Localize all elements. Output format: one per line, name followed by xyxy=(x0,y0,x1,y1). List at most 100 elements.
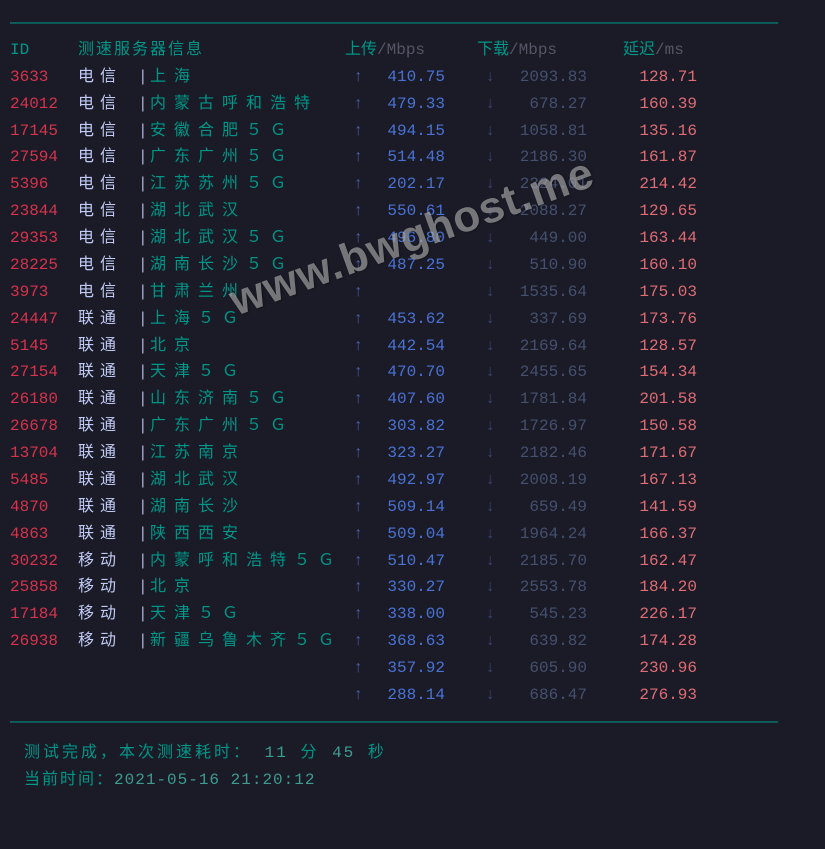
cell-isp: 联通 xyxy=(78,386,138,413)
cell-latency: 184.20 xyxy=(615,574,697,601)
divider-top: ————————————————————————————————————————… xyxy=(10,10,815,37)
cell-upload: 202.17 xyxy=(363,171,445,198)
cell-upload: 368.63 xyxy=(363,628,445,655)
cell-latency: 160.10 xyxy=(615,252,697,279)
cell-download: 2324.01 xyxy=(495,171,587,198)
arrow-up-icon: ↑ xyxy=(345,144,363,171)
table-row: 30232移动|内蒙呼和浩特５Ｇ↑510.47↓2185.70162.47 xyxy=(10,548,815,575)
cell-separator: | xyxy=(138,521,150,548)
cell-latency: 171.67 xyxy=(615,440,697,467)
cell-download: 337.69 xyxy=(495,306,587,333)
cell-id xyxy=(10,682,78,709)
cell-separator: | xyxy=(138,171,150,198)
cell-isp: 电信 xyxy=(78,252,138,279)
cell-latency: 173.76 xyxy=(615,306,697,333)
cell-download: 449.00 xyxy=(495,225,587,252)
cell-location: 广东广州５Ｇ xyxy=(150,144,345,171)
cell-isp: 联通 xyxy=(78,359,138,386)
cell-upload: 514.48 xyxy=(363,144,445,171)
cell-latency: 201.58 xyxy=(615,386,697,413)
cell-latency: 150.58 xyxy=(615,413,697,440)
cell-location: 安徽合肥５Ｇ xyxy=(150,118,345,145)
arrow-up-icon: ↑ xyxy=(345,494,363,521)
arrow-up-icon: ↑ xyxy=(345,548,363,575)
cell-upload: 410.75 xyxy=(363,64,445,91)
cell-id: 13704 xyxy=(10,440,78,467)
arrow-down-icon: ↓ xyxy=(477,440,495,467)
arrow-up-icon: ↑ xyxy=(345,359,363,386)
sec-value: 45 xyxy=(332,744,355,762)
table-row: 27154联通|天津５Ｇ↑470.70↓2455.65154.34 xyxy=(10,359,815,386)
arrow-down-icon: ↓ xyxy=(477,386,495,413)
cell-download: 2553.78 xyxy=(495,574,587,601)
arrow-down-icon: ↓ xyxy=(477,601,495,628)
table-row: 13704联通|江苏南京↑323.27↓2182.46171.67 xyxy=(10,440,815,467)
cell-latency: 226.17 xyxy=(615,601,697,628)
table-row: 17145电信|安徽合肥５Ｇ↑494.15↓1058.81135.16 xyxy=(10,118,815,145)
cell-latency: 160.39 xyxy=(615,91,697,118)
cell-isp: 电信 xyxy=(78,144,138,171)
cell-id: 4870 xyxy=(10,494,78,521)
cell-id: 26678 xyxy=(10,413,78,440)
cell-location: 天津５Ｇ xyxy=(150,601,345,628)
cell-upload: 487.25 xyxy=(363,252,445,279)
arrow-up-icon: ↑ xyxy=(345,601,363,628)
cell-latency: 141.59 xyxy=(615,494,697,521)
cell-latency: 128.71 xyxy=(615,64,697,91)
arrow-down-icon: ↓ xyxy=(477,655,495,682)
table-row: 26938移动|新疆乌鲁木齐５Ｇ↑368.63↓639.82174.28 xyxy=(10,628,815,655)
cell-location: 广东广州５Ｇ xyxy=(150,413,345,440)
cell-separator: | xyxy=(138,225,150,252)
cell-latency: 135.16 xyxy=(615,118,697,145)
arrow-up-icon: ↑ xyxy=(345,118,363,145)
arrow-up-icon: ↑ xyxy=(345,198,363,225)
arrow-down-icon: ↓ xyxy=(477,359,495,386)
table-row: 25858移动|北京↑330.27↓2553.78184.20 xyxy=(10,574,815,601)
cell-latency: 214.42 xyxy=(615,171,697,198)
cell-id: 27594 xyxy=(10,144,78,171)
cell-isp: 电信 xyxy=(78,225,138,252)
min-label: 分 xyxy=(300,744,319,762)
arrow-up-icon: ↑ xyxy=(345,252,363,279)
arrow-down-icon: ↓ xyxy=(477,574,495,601)
arrow-down-icon: ↓ xyxy=(477,306,495,333)
arrow-up-icon: ↑ xyxy=(345,682,363,709)
cell-separator: | xyxy=(138,467,150,494)
arrow-up-icon: ↑ xyxy=(345,386,363,413)
data-table: 3633电信|上海↑410.75↓2093.83128.7124012电信|内蒙… xyxy=(10,64,815,709)
cell-location: 湖南长沙 xyxy=(150,494,345,521)
cell-upload xyxy=(363,279,445,306)
arrow-down-icon: ↓ xyxy=(477,521,495,548)
table-row: 29353电信|湖北武汉５Ｇ↑496.80↓449.00163.44 xyxy=(10,225,815,252)
cell-download: 1726.97 xyxy=(495,413,587,440)
cell-upload: 510.47 xyxy=(363,548,445,575)
cell-download: 2088.27 xyxy=(495,198,587,225)
cell-isp: 移动 xyxy=(78,574,138,601)
arrow-up-icon: ↑ xyxy=(345,306,363,333)
cell-location: 新疆乌鲁木齐５Ｇ xyxy=(150,628,345,655)
cell-separator: | xyxy=(138,413,150,440)
cell-location: 江苏苏州５Ｇ xyxy=(150,171,345,198)
cell-separator: | xyxy=(138,359,150,386)
cell-download: 1058.81 xyxy=(495,118,587,145)
cell-latency: 154.34 xyxy=(615,359,697,386)
cell-download: 510.90 xyxy=(495,252,587,279)
cell-isp: 电信 xyxy=(78,279,138,306)
cell-latency: 230.96 xyxy=(615,655,697,682)
cell-location: 湖北武汉 xyxy=(150,198,345,225)
table-row: ↑357.92↓605.90230.96 xyxy=(10,655,815,682)
table-row: 23844电信|湖北武汉↑550.61↓2088.27129.65 xyxy=(10,198,815,225)
cell-isp: 联通 xyxy=(78,440,138,467)
cell-isp: 联通 xyxy=(78,413,138,440)
arrow-down-icon: ↓ xyxy=(477,64,495,91)
table-row: 3973电信|甘肃兰州↑ ↓1535.64175.03 xyxy=(10,279,815,306)
cell-location: 江苏南京 xyxy=(150,440,345,467)
cell-isp: 联通 xyxy=(78,521,138,548)
cell-separator: | xyxy=(138,64,150,91)
cell-location: 上海 xyxy=(150,64,345,91)
arrow-up-icon: ↑ xyxy=(345,440,363,467)
arrow-down-icon: ↓ xyxy=(477,198,495,225)
cell-isp: 电信 xyxy=(78,118,138,145)
cell-latency: 166.37 xyxy=(615,521,697,548)
cell-location: 上海５Ｇ xyxy=(150,306,345,333)
